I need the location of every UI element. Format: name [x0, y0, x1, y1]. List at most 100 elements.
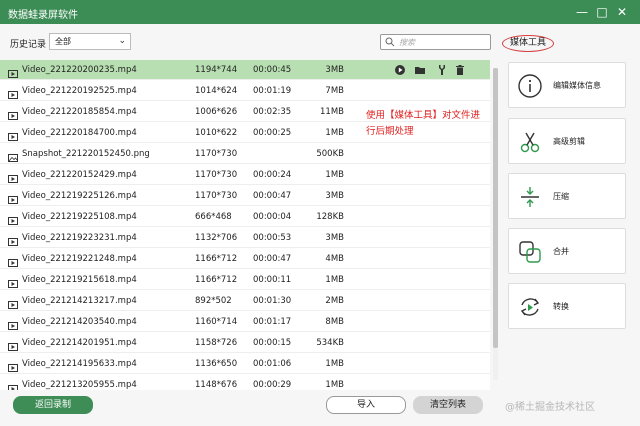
file-size: 3MB	[325, 191, 344, 201]
tool-edit-media-info[interactable]: 编辑媒体信息	[508, 62, 626, 108]
minimize-icon[interactable]: —	[574, 4, 590, 20]
file-row[interactable]: Video_221213205955.mp4 1148*676 00:00:29 1M…	[0, 375, 490, 390]
tool-merge[interactable]: 合并	[508, 228, 626, 274]
search-placeholder: 搜索	[399, 38, 415, 47]
tool-advanced-trim[interactable]: 高级剪辑	[508, 118, 626, 164]
file-duration: 00:02:35	[253, 107, 292, 117]
file-name: Video_221219225108.mp4	[22, 212, 137, 222]
info-icon	[518, 74, 542, 98]
file-size: 534KB	[316, 338, 344, 348]
file-duration: 00:01:30	[253, 296, 292, 306]
annotation-text: 使用【媒体工具】对文件进行后期处理	[366, 110, 481, 137]
tab-media-tools[interactable]: 媒体工具	[502, 35, 554, 52]
maximize-icon[interactable]: □	[594, 4, 610, 20]
file-size: 128KB	[316, 212, 344, 222]
file-name: Video_221214203540.mp4	[22, 317, 137, 327]
file-row[interactable]: Video_221219225108.mp4 666*468 00:00:04 128…	[0, 207, 490, 227]
history-label: 历史记录	[10, 40, 47, 50]
history-filter-value: 全部	[55, 37, 71, 46]
file-row[interactable]: Video_221214203540.mp4 1160*714 00:01:17 8M…	[0, 312, 490, 332]
video-file-icon	[8, 255, 18, 267]
file-name: Snapshot_221220152450.png	[22, 149, 150, 159]
tool-label: 高级剪辑	[553, 137, 585, 146]
file-duration: 00:01:19	[253, 86, 292, 96]
delete-icon[interactable]	[454, 64, 466, 76]
file-resolution: 1136*650	[195, 359, 238, 369]
file-name: Video_221214195633.mp4	[22, 359, 137, 369]
file-resolution: 1132*706	[195, 233, 238, 243]
video-file-icon	[8, 318, 18, 330]
trim-icon[interactable]	[436, 64, 448, 76]
tab-media-tools-label: 媒体工具	[509, 38, 546, 48]
search-input[interactable]: 搜索	[380, 34, 491, 50]
file-size: 11MB	[320, 107, 344, 117]
scrollbar-thumb[interactable]	[493, 68, 498, 348]
file-name: Video_221219223231.mp4	[22, 233, 137, 243]
file-size: 1MB	[325, 128, 344, 138]
file-resolution: 1170*730	[195, 191, 238, 201]
video-file-icon	[8, 171, 18, 183]
file-row[interactable]: Video_221219223231.mp4 1132*706 00:00:53 3M…	[0, 228, 490, 248]
video-file-icon	[8, 276, 18, 288]
file-row[interactable]: Video_221219225126.mp4 1170*730 00:00:47 3M…	[0, 186, 490, 206]
back-to-record-button[interactable]: 返回录制	[13, 396, 93, 414]
file-resolution: 1170*730	[195, 170, 238, 180]
file-row[interactable]: Video_221214195633.mp4 1136*650 00:01:06 1M…	[0, 354, 490, 374]
file-resolution: 1170*730	[195, 149, 238, 159]
chevron-down-icon: ⌄	[118, 36, 126, 46]
file-duration: 00:00:15	[253, 338, 292, 348]
image-file-icon	[8, 150, 18, 162]
video-file-icon	[8, 87, 18, 99]
file-resolution: 1166*712	[195, 275, 238, 285]
file-name: Video_221219215618.mp4	[22, 275, 137, 285]
folder-icon[interactable]	[414, 64, 426, 76]
file-row[interactable]: Video_221220152429.mp4 1170*730 00:00:24 1M…	[0, 165, 490, 185]
convert-icon	[520, 298, 540, 316]
file-row[interactable]: Snapshot_221220152450.png 1170*730 500KB	[0, 144, 490, 164]
scrollbar[interactable]	[493, 68, 498, 380]
video-file-icon	[8, 234, 18, 246]
file-name: Video_221213205955.mp4	[22, 380, 137, 390]
file-size: 1MB	[325, 380, 344, 390]
video-file-icon	[8, 66, 18, 78]
close-icon[interactable]: ✕	[614, 4, 630, 20]
file-duration: 00:00:11	[253, 275, 292, 285]
tool-compress[interactable]: 压缩	[508, 173, 626, 219]
file-resolution: 892*502	[195, 296, 232, 306]
file-name: Video_221220192525.mp4	[22, 86, 137, 96]
file-name: Video_221219225126.mp4	[22, 191, 137, 201]
search-icon	[385, 37, 395, 47]
tool-convert[interactable]: 转换	[508, 283, 626, 329]
video-file-icon	[8, 108, 18, 120]
file-row[interactable]: Video_221219221248.mp4 1166*712 00:00:47 4M…	[0, 249, 490, 269]
file-duration: 00:00:47	[253, 254, 292, 264]
file-size: 3MB	[325, 65, 344, 75]
file-size: 500KB	[316, 149, 344, 159]
compress-icon	[521, 187, 539, 207]
file-size: 1MB	[325, 359, 344, 369]
import-button[interactable]: 导入	[326, 396, 406, 414]
title-bar: 数据蛙录屏软件 — □ ✕	[0, 0, 640, 24]
video-file-icon	[8, 360, 18, 372]
play-icon[interactable]	[394, 64, 406, 76]
history-filter-select[interactable]: 全部 ⌄	[49, 33, 131, 50]
file-name: Video_221214213217.mp4	[22, 296, 137, 306]
video-file-icon	[8, 339, 18, 351]
file-size: 8MB	[325, 317, 344, 327]
file-size: 4MB	[325, 254, 344, 264]
file-row[interactable]: Video_221220200235.mp4 1194*744 00:00:45 3M…	[0, 60, 490, 80]
file-row[interactable]: Video_221214201951.mp4 1158*726 00:00:15 53…	[0, 333, 490, 353]
file-row[interactable]: Video_221220192525.mp4 1014*624 00:01:19 7M…	[0, 81, 490, 101]
tool-label: 编辑媒体信息	[553, 81, 601, 90]
file-size: 1MB	[325, 275, 344, 285]
clear-list-button[interactable]: 清空列表	[413, 396, 483, 414]
file-size: 7MB	[325, 86, 344, 96]
file-row[interactable]: Video_221214213217.mp4 892*502 00:01:30 2MB	[0, 291, 490, 311]
file-duration: 00:00:04	[253, 212, 292, 222]
video-file-icon	[8, 297, 18, 309]
file-name: Video_221220185854.mp4	[22, 107, 137, 117]
file-row[interactable]: Video_221219215618.mp4 1166*712 00:00:11 1M…	[0, 270, 490, 290]
file-resolution: 1014*624	[195, 86, 238, 96]
file-name: Video_221220200235.mp4	[22, 65, 137, 75]
file-resolution: 1010*622	[195, 128, 238, 138]
